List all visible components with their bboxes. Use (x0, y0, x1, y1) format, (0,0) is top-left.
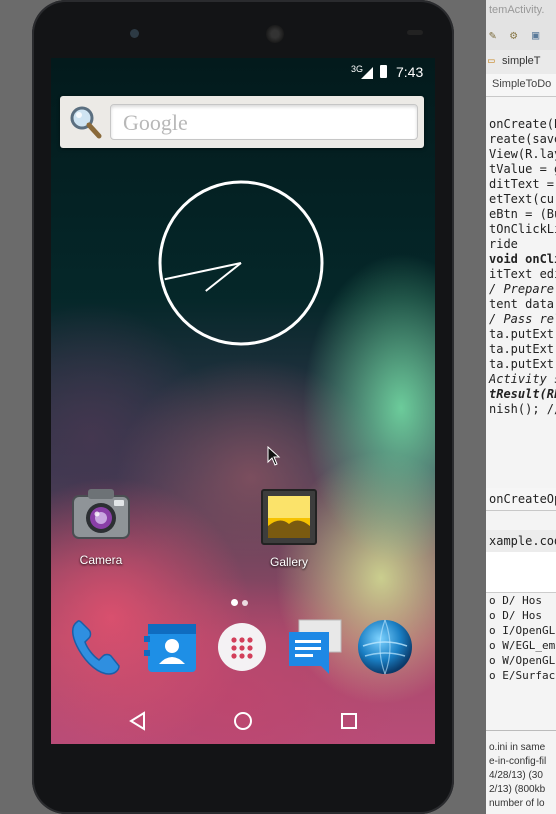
code-line: ta.putExtra (489, 327, 556, 341)
console-line: e-in-config-fil (489, 756, 547, 767)
page-dot (242, 600, 248, 606)
code-line: ditText = ( (489, 177, 556, 191)
gallery-icon (261, 489, 317, 545)
back-icon[interactable] (123, 706, 153, 736)
front-camera (130, 29, 139, 38)
code-line: eBtn = (But (489, 207, 556, 221)
console-tab[interactable]: xample.cod (486, 530, 556, 553)
messaging-icon[interactable] (285, 616, 345, 678)
code-line: ride (489, 237, 518, 251)
google-search-widget[interactable]: Google (60, 96, 424, 148)
code-line: etText(curr (489, 192, 556, 206)
app-drawer-icon[interactable] (212, 616, 272, 678)
console-line: 4/28/13) (30 (489, 770, 543, 781)
code-line: / Pass relev (489, 312, 556, 326)
code-line: Activity s (489, 372, 556, 386)
browser-icon[interactable] (355, 616, 415, 678)
battery-icon (380, 65, 387, 78)
log-line: o D/ Hos (489, 609, 542, 622)
code-line: onCreate(B (489, 117, 556, 131)
console-line: number of lo (489, 798, 545, 809)
console-toolbar (486, 552, 556, 593)
phone-icon[interactable] (67, 616, 127, 678)
code-line: nish(); // (489, 402, 556, 416)
ide-toolbar: ✎ ⚙ ▣ (486, 22, 556, 51)
ide-panel: temActivity. ✎ ⚙ ▣ simpleT ▭ SimpleToDo … (486, 0, 556, 814)
code-line: ta.putExtra (489, 342, 556, 356)
signal-icon (361, 67, 373, 79)
log-line: o W/OpenGL (489, 654, 556, 667)
code-line: ta.putExtra (489, 357, 556, 371)
page-indicator (231, 593, 252, 611)
contacts-icon[interactable] (142, 616, 202, 678)
log-line: o D/ Hos (489, 594, 542, 607)
console-line: o.ini in same (489, 742, 546, 753)
camera-label: Camera (79, 553, 123, 567)
log-line: o E/Surfac (489, 669, 556, 682)
ide-file-tab[interactable]: simpleT ▭ (486, 50, 556, 75)
toolbar-icon[interactable]: ✎ (489, 28, 496, 42)
folder-icon: ▭ (488, 54, 495, 67)
console-tab-label: xample.cod (489, 534, 556, 548)
phone-screen[interactable]: 3G 7:43 Google Camera Gallery (51, 58, 435, 744)
toolbar-icon[interactable]: ⚙ (510, 28, 517, 42)
ide-class-tab[interactable]: SimpleToDo (486, 74, 556, 97)
camera-app[interactable]: Camera (61, 486, 141, 567)
mouse-cursor-icon (267, 446, 281, 466)
gallery-label: Gallery (269, 555, 308, 569)
code-line: tValue = ge (489, 162, 556, 176)
camera-icon (72, 489, 130, 539)
code-line: reate(savedI (489, 132, 556, 146)
code-line: tent data = (489, 297, 556, 311)
console-line: 2/13) (800kb (489, 784, 546, 795)
log-line: o I/OpenGL (489, 624, 556, 637)
code-line: View(R.layo (489, 147, 556, 161)
log-line: o W/EGL_em (489, 639, 556, 652)
status-time: 7:43 (396, 64, 424, 80)
search-placeholder: Google (123, 110, 188, 135)
toolbar-icon[interactable]: ▣ (532, 28, 539, 42)
code-line: tOnClickLis (489, 222, 556, 236)
home-icon[interactable] (228, 706, 258, 736)
status-bar: 3G 7:43 (51, 58, 435, 86)
recents-icon[interactable] (334, 706, 364, 736)
code-line: / Prepare da (489, 282, 556, 296)
method-label: onCreateOp (489, 492, 556, 506)
page-dot-active (231, 599, 238, 606)
gallery-app[interactable]: Gallery (249, 486, 329, 569)
ide-title-bar: temActivity. (486, 0, 556, 23)
earpiece-speaker (266, 25, 284, 43)
code-line: void onCli (489, 252, 556, 266)
analog-clock-widget[interactable] (158, 180, 324, 346)
file-tab-label: simpleT (502, 55, 541, 67)
method-breadcrumb[interactable]: onCreateOp (486, 488, 556, 511)
proximity-sensor (407, 30, 423, 35)
class-tab-label: SimpleToDo (492, 78, 552, 90)
search-icon[interactable] (68, 105, 102, 139)
code-line: tResult(RES (489, 387, 556, 401)
code-line: itText edit (489, 267, 556, 281)
search-input[interactable]: Google (110, 104, 418, 140)
navigation-bar (51, 698, 435, 744)
ide-title: temActivity. (489, 4, 545, 16)
